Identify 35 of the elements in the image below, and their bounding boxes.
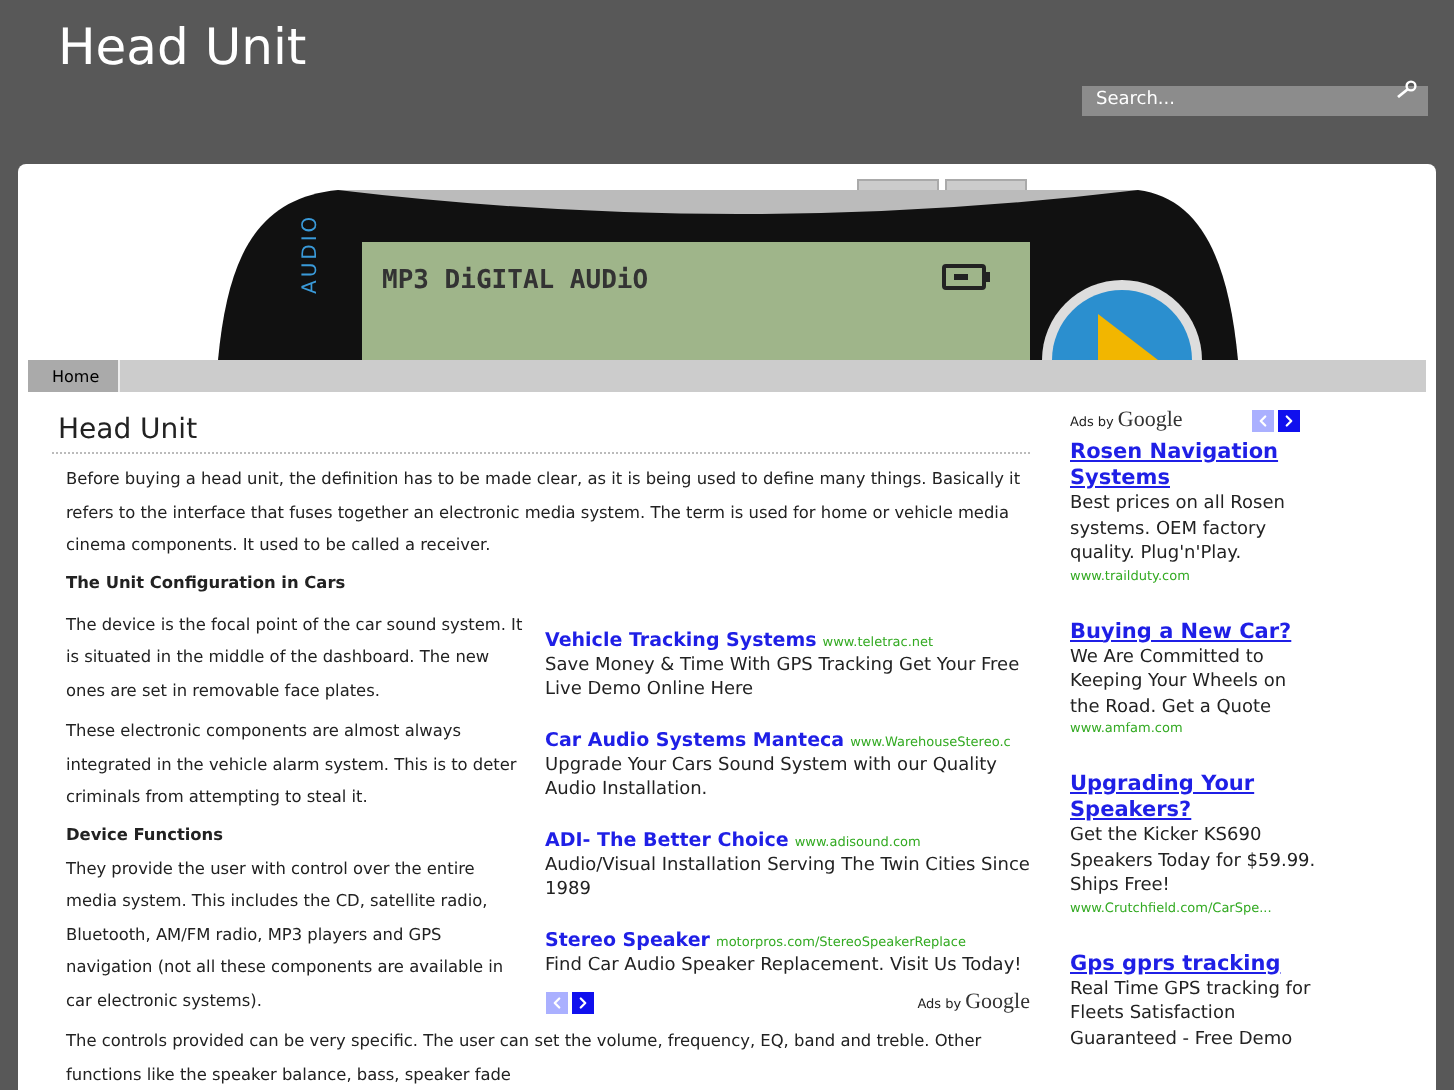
nav-tab[interactable]: Home	[28, 360, 120, 392]
article-title: Head Unit	[52, 414, 1030, 454]
chevron-right-icon	[1280, 411, 1298, 429]
google-logo-text: Google	[965, 990, 1030, 1014]
site-title: Head Unit	[58, 18, 307, 80]
next-button[interactable]	[1278, 409, 1300, 431]
ad-title-link[interactable]: Stereo Speaker	[545, 929, 710, 951]
ad-description: We Are Committed to Keeping Your Wheels on the Road. Get a Quote	[1070, 645, 1289, 720]
section-heading: The Unit Configuration in Cars	[66, 571, 348, 591]
ad-description: Best prices on all Rosen systems. OEM factory quality. Plug'n'Play.	[1070, 492, 1287, 567]
ad-title-link[interactable]: Rosen Navigation Systems	[1070, 440, 1320, 492]
ad-description: Find Car Audio Speaker Replacement. Visit Us Today!	[545, 953, 1024, 978]
ad-description: Real Time GPS tracking for Fleets Satisfaction Guaranteed - Free Demo	[1070, 977, 1313, 1052]
paragraph: They provide the user with control over the entire media system. This includes the CD, satellite radio, Bluetooth, AM/FM radio, MP3 players and GPS navigation (not all these components are available in car electronic systems).	[66, 855, 506, 1014]
search-field[interactable]: Search...	[1082, 85, 1428, 115]
ad-description: Save Money & Time With GPS Tracking Get Your Free Live Demo Online Here	[545, 653, 1022, 703]
audio-player-drawing: AUDIO MP3 DiGITAL AUDiO	[217, 174, 1237, 360]
next-button[interactable]	[571, 991, 594, 1013]
ad-title-link[interactable]: Buying a New Car?	[1070, 619, 1320, 645]
paragraph: These electronic components are almost always integrated in the vehicle alarm system. This is to deter criminals from attempting to steal it.	[66, 718, 519, 810]
ad-description: Upgrade Your Cars Sound System with our Quality Audio Installation.	[545, 753, 999, 803]
ad-description: Get the Kicker KS690 Speakers Today for $59.99. Ships Free!	[1070, 824, 1318, 899]
paragraph: The controls provided can be very specific. The user can set the volume, frequency, EQ, band and treble. Other functions like the speaker balance, bass, speaker fade	[66, 1028, 984, 1088]
ad-title-link[interactable]: Gps gprs tracking	[1070, 951, 1320, 977]
paragraph: Before buying a head unit, the definition has to be made clear, as it is being used to define many things. Basically it refers to the interface that fuses together an electronic media system. The term is used for home or vehicle media cinema components. It used to be called a receiver.	[66, 466, 1023, 558]
google-logo-text: Google	[1117, 408, 1183, 432]
section-heading: Device Functions	[66, 823, 225, 843]
ad-description: Audio/Visual Installation Serving The Twin Cities Since 1989	[545, 853, 1030, 903]
paragraph: The device is the focal point of the car sound system. It is situated in the middle of the dashboard. The new ones are set in removable face plates.	[66, 611, 525, 704]
ad-title-link[interactable]: ADI- The Better Choice	[545, 829, 789, 851]
chevron-left-icon	[1254, 411, 1272, 429]
ad-title-link[interactable]: Car Audio Systems Manteca	[545, 729, 845, 751]
search-icon[interactable]	[1396, 80, 1418, 98]
ad-title-link[interactable]: Vehicle Tracking Systems	[545, 629, 817, 651]
ad-title-link[interactable]: Upgrading Your Speakers?	[1070, 772, 1320, 824]
